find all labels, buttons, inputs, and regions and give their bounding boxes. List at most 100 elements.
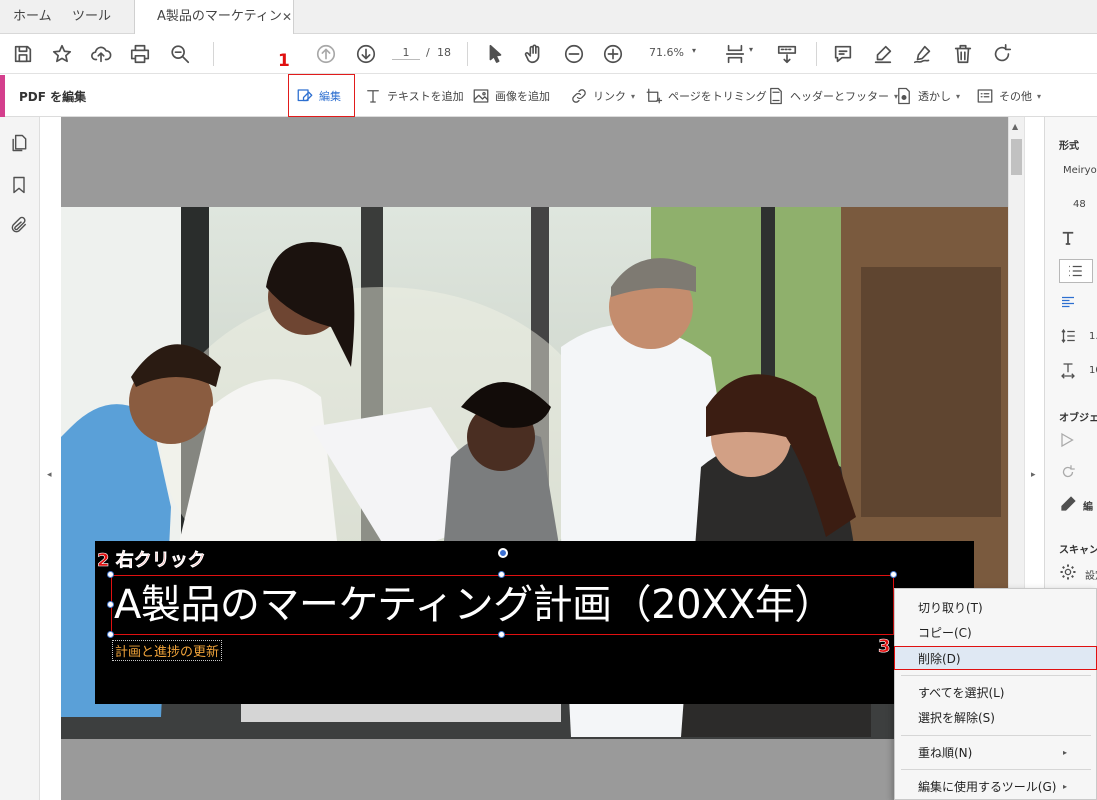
toolbar-divider bbox=[816, 42, 817, 66]
zoom-in-icon[interactable] bbox=[598, 39, 628, 69]
slide-heading-text[interactable]: A製品のマーケティング計画（20XX年） bbox=[114, 572, 834, 630]
trash-icon[interactable] bbox=[948, 39, 978, 69]
hand-icon[interactable] bbox=[519, 39, 549, 69]
toolbar-divider bbox=[467, 42, 468, 66]
menu-divider bbox=[901, 735, 1091, 736]
tab-document[interactable]: A製品のマーケティング計 ✕ bbox=[134, 0, 294, 58]
more-button[interactable]: その他 ▾ bbox=[976, 81, 1041, 111]
character-spacing-value[interactable]: 10 bbox=[1089, 365, 1097, 376]
resize-handle[interactable] bbox=[498, 631, 505, 638]
rotate-icon[interactable] bbox=[987, 39, 1017, 69]
character-spacing-icon[interactable] bbox=[1059, 361, 1079, 381]
zoom-search-icon[interactable] bbox=[165, 39, 195, 69]
step1-marker: 1 bbox=[278, 51, 290, 71]
header-footer-label: ヘッダーとフッター bbox=[790, 90, 889, 103]
edit-object-label[interactable]: 編 bbox=[1083, 498, 1093, 513]
rotate-object-icon[interactable] bbox=[1059, 463, 1079, 483]
add-text-button[interactable]: テキストを追加 bbox=[364, 81, 464, 111]
arrow-up-icon[interactable] bbox=[311, 39, 341, 69]
collapse-left-icon[interactable]: ◂ bbox=[47, 470, 52, 480]
step3-marker: 3 bbox=[878, 636, 891, 658]
link-icon bbox=[572, 89, 586, 103]
objects-heading: オブジェク bbox=[1059, 413, 1097, 424]
font-size-select[interactable]: 48 bbox=[1073, 199, 1086, 210]
more-label: その他 bbox=[999, 90, 1032, 103]
main-toolbar: 1 / 18 71.6% ▾ ▾ bbox=[0, 34, 1097, 74]
menu-item-arrange[interactable]: 重ね順(N) ▸ bbox=[895, 741, 1097, 765]
crop-pages-label: ページをトリミング bbox=[668, 90, 767, 103]
tab-tools[interactable]: ツール bbox=[72, 0, 111, 34]
menu-item-deselect[interactable]: 選択を解除(S) bbox=[895, 706, 1097, 730]
save-icon[interactable] bbox=[8, 39, 38, 69]
step1-highlight-box bbox=[288, 74, 355, 117]
edit-pdf-toolbar: PDF を編集 編集 テキストを追加 画像を追加 リンク ▾ ページをトリミング… bbox=[0, 75, 1097, 117]
bookmark-icon[interactable] bbox=[9, 175, 31, 197]
gear-icon[interactable] bbox=[1059, 563, 1079, 583]
menu-item-edit-with-label: 編集に使用するツール(G) bbox=[918, 780, 1057, 794]
menu-item-arrange-label: 重ね順(N) bbox=[918, 746, 973, 760]
crop-icon bbox=[646, 88, 663, 104]
scroll-mode-icon[interactable] bbox=[772, 39, 802, 69]
rotate-handle[interactable] bbox=[498, 548, 508, 558]
flip-icon[interactable] bbox=[1059, 431, 1079, 451]
link-label: リンク bbox=[593, 90, 626, 103]
link-button[interactable]: リンク ▾ bbox=[570, 81, 635, 111]
menu-item-select-all[interactable]: すべてを選択(L) bbox=[895, 681, 1097, 705]
line-spacing-icon[interactable] bbox=[1059, 327, 1079, 347]
font-family-select[interactable]: Meiryo bbox=[1063, 165, 1097, 176]
slide-subheading-text[interactable]: 計画と進捗の更新 bbox=[112, 640, 223, 661]
image-icon bbox=[473, 89, 489, 103]
step2-marker: 2 右クリック bbox=[97, 550, 206, 572]
fit-page-icon[interactable] bbox=[720, 39, 750, 69]
highlight-pen-icon[interactable] bbox=[868, 39, 898, 69]
tab-bar: ホーム ツール A製品のマーケティング計 ✕ bbox=[0, 0, 1097, 58]
zoom-level[interactable]: 71.6% bbox=[649, 46, 684, 59]
page-total: 18 bbox=[437, 46, 451, 59]
align-left-icon[interactable] bbox=[1059, 293, 1079, 313]
context-menu: 切り取り(T) コピー(C) 削除(D) すべてを選択(L) 選択を解除(S) … bbox=[894, 588, 1097, 800]
star-icon[interactable] bbox=[47, 39, 77, 69]
text-style-icon[interactable] bbox=[1059, 229, 1079, 249]
left-navigation-rail bbox=[0, 117, 40, 800]
watermark-icon bbox=[898, 87, 910, 105]
menu-item-cut[interactable]: 切り取り(T) bbox=[895, 596, 1097, 620]
attachment-icon[interactable] bbox=[9, 215, 31, 237]
menu-divider bbox=[901, 769, 1091, 770]
crop-pages-button[interactable]: ページをトリミング bbox=[645, 81, 767, 111]
page-separator: / bbox=[426, 46, 430, 59]
edit-pencil-icon[interactable] bbox=[1059, 495, 1079, 515]
scrollbar-thumb[interactable] bbox=[1011, 139, 1022, 175]
pointer-icon[interactable] bbox=[480, 39, 510, 69]
menu-item-copy[interactable]: コピー(C) bbox=[895, 621, 1097, 645]
zoom-out-icon[interactable] bbox=[559, 39, 589, 69]
chevron-down-icon[interactable]: ▾ bbox=[692, 46, 696, 55]
add-image-button[interactable]: 画像を追加 bbox=[472, 81, 550, 111]
bulleted-list-icon[interactable] bbox=[1059, 259, 1093, 283]
arrow-down-icon[interactable] bbox=[351, 39, 381, 69]
resize-handle[interactable] bbox=[107, 601, 114, 608]
resize-handle[interactable] bbox=[107, 631, 114, 638]
format-heading: 形式 bbox=[1059, 141, 1079, 152]
chevron-down-icon[interactable]: ▾ bbox=[749, 45, 753, 54]
tab-home[interactable]: ホーム bbox=[13, 0, 52, 34]
toolbar-divider bbox=[213, 42, 214, 66]
sign-icon[interactable] bbox=[908, 39, 938, 69]
pages-thumbnail-icon[interactable] bbox=[9, 133, 31, 155]
menu-divider bbox=[901, 675, 1091, 676]
close-icon[interactable]: ✕ bbox=[282, 0, 292, 34]
scan-settings-label[interactable]: 設定 bbox=[1085, 567, 1097, 582]
resize-handle[interactable] bbox=[107, 571, 114, 578]
header-footer-button[interactable]: ヘッダーとフッター ▾ bbox=[767, 81, 898, 111]
resize-handle[interactable] bbox=[890, 571, 897, 578]
comment-icon[interactable] bbox=[828, 39, 858, 69]
scroll-up-icon[interactable]: ▲ bbox=[1012, 122, 1018, 131]
page-number-input[interactable]: 1 bbox=[392, 46, 420, 60]
menu-item-edit-with[interactable]: 編集に使用するツール(G) ▸ bbox=[895, 775, 1097, 799]
cloud-upload-icon[interactable] bbox=[86, 39, 116, 69]
print-icon[interactable] bbox=[125, 39, 155, 69]
line-spacing-value[interactable]: 1. bbox=[1089, 331, 1097, 342]
add-text-label: テキストを追加 bbox=[387, 90, 464, 103]
collapse-right-icon[interactable]: ▸ bbox=[1031, 470, 1036, 480]
menu-item-delete[interactable]: 削除(D) bbox=[894, 646, 1097, 670]
watermark-button[interactable]: 透かし ▾ bbox=[895, 81, 960, 111]
